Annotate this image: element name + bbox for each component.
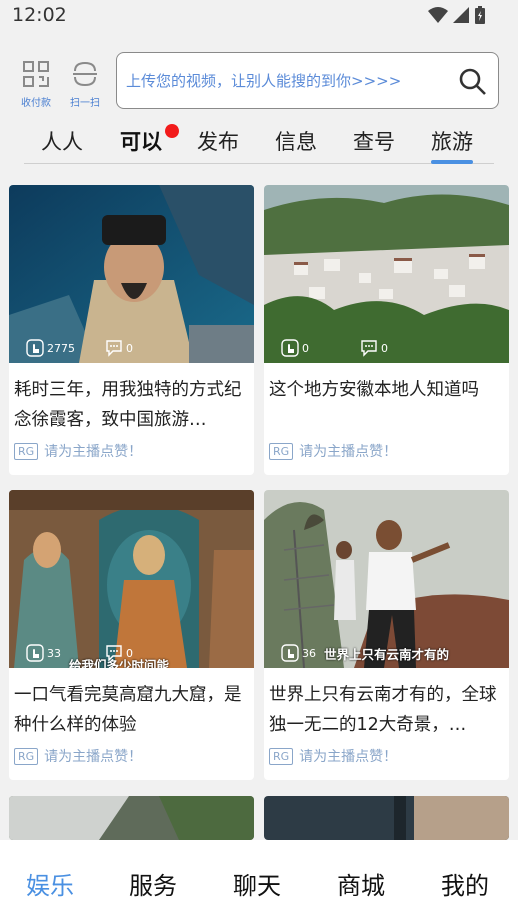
video-thumbnail[interactable]: 2775 0 xyxy=(9,185,254,363)
qr-grid-icon xyxy=(23,61,49,87)
rg-badge: RG xyxy=(269,747,294,765)
search-placeholder: 上传您的视频，让别人能搜的到你>>>> xyxy=(126,72,402,90)
like-stat: 0 xyxy=(281,339,309,357)
feed-card[interactable]: 2775 0 耗时三年，用我独特的方式纪念徐霞客，致中国旅游… RG 请为主播点… xyxy=(9,185,254,475)
tab-chahao[interactable]: 查号 xyxy=(353,126,395,156)
video-thumbnail[interactable]: 0 0 xyxy=(264,185,509,363)
comment-stat: 0 xyxy=(105,644,133,662)
comment-count: 0 xyxy=(126,341,133,355)
feed-card[interactable]: 世界上只有云南才有的 36 世界上只有云南才有的，全球独一无二的12大奇景，… … xyxy=(264,490,509,780)
scan-button[interactable]: 扫一扫 xyxy=(65,60,105,109)
status-icons xyxy=(428,5,486,25)
hand-tap-icon xyxy=(26,644,44,662)
comment-count: 0 xyxy=(126,646,133,660)
tab-keyi[interactable]: 可以 xyxy=(120,126,162,156)
card-footer: RG 请为主播点赞！ xyxy=(14,746,142,766)
feed-card-partial[interactable] xyxy=(264,796,509,840)
nav-mall[interactable]: 商城 xyxy=(337,866,385,901)
nav-chat[interactable]: 聊天 xyxy=(233,866,281,901)
video-thumbnail[interactable]: 世界上只有云南才有的 36 xyxy=(264,490,509,668)
comment-icon xyxy=(106,645,122,662)
card-footer: RG 请为主播点赞！ xyxy=(269,746,397,766)
like-prompt[interactable]: 请为主播点赞！ xyxy=(299,746,397,766)
comment-stat: 0 xyxy=(105,339,133,357)
bottom-nav: 娱乐 服务 聊天 商城 我的 xyxy=(0,840,518,922)
battery-icon xyxy=(475,6,485,24)
video-title[interactable]: 一口气看完莫高窟九大窟，是种什么样的体验 xyxy=(14,680,248,740)
like-stat: 2775 xyxy=(26,339,75,357)
category-tabs: 人人 可以 发布 信息 查号 旅游 xyxy=(24,122,494,164)
card-footer: RG 请为主播点赞！ xyxy=(14,441,142,461)
tab-lvyou[interactable]: 旅游 xyxy=(431,126,473,164)
comment-stat: 0 xyxy=(360,339,388,357)
like-count: 2775 xyxy=(47,341,75,355)
active-tab-indicator xyxy=(431,160,473,164)
rg-badge: RG xyxy=(14,747,39,765)
rg-badge: RG xyxy=(14,442,39,460)
like-prompt[interactable]: 请为主播点赞！ xyxy=(44,441,142,461)
like-prompt[interactable]: 请为主播点赞！ xyxy=(44,746,142,766)
rg-badge: RG xyxy=(269,442,294,460)
video-title[interactable]: 世界上只有云南才有的，全球独一无二的12大奇景，… xyxy=(269,680,503,740)
subtitle-overlay: 世界上只有云南才有的 xyxy=(324,647,450,662)
nav-me[interactable]: 我的 xyxy=(441,866,489,901)
comment-icon xyxy=(361,340,377,357)
video-thumbnail[interactable]: 给我们多少时间能 33 0 xyxy=(9,490,254,668)
tab-xinxi[interactable]: 信息 xyxy=(275,126,317,156)
top-bar: 收付款 扫一扫 上传您的视频，让别人能搜的到你>>>> xyxy=(0,48,518,112)
hand-tap-icon xyxy=(281,339,299,357)
card-footer: RG 请为主播点赞！ xyxy=(269,441,397,461)
tab-renren[interactable]: 人人 xyxy=(41,126,83,156)
tab-lvyou-label: 旅游 xyxy=(431,130,473,154)
like-prompt[interactable]: 请为主播点赞！ xyxy=(299,441,397,461)
video-title[interactable]: 这个地方安徽本地人知道吗 xyxy=(269,375,503,405)
signal-icon xyxy=(453,7,469,23)
like-count: 33 xyxy=(47,646,61,660)
like-stat: 36 xyxy=(281,644,316,662)
search-icon[interactable] xyxy=(458,67,488,97)
wifi-icon xyxy=(428,7,448,23)
hand-tap-icon xyxy=(281,644,299,662)
scan-icon xyxy=(73,61,97,87)
tab-fabu[interactable]: 发布 xyxy=(197,126,239,156)
like-count: 0 xyxy=(302,341,309,355)
video-title[interactable]: 耗时三年，用我独特的方式纪念徐霞客，致中国旅游… xyxy=(14,375,248,435)
feed-card[interactable]: 给我们多少时间能 33 0 一口气看完莫高窟九大窟，是种什么样的体验 RG 请为… xyxy=(9,490,254,780)
like-count: 36 xyxy=(302,646,316,660)
like-stat: 33 xyxy=(26,644,61,662)
video-thumbnail[interactable] xyxy=(9,796,254,840)
search-box[interactable]: 上传您的视频，让别人能搜的到你>>>> xyxy=(116,52,499,109)
payment-label: 收付款 xyxy=(21,98,51,109)
comment-icon xyxy=(106,340,122,357)
feed-card-partial[interactable] xyxy=(9,796,254,840)
payment-button[interactable]: 收付款 xyxy=(16,60,56,109)
notification-dot xyxy=(165,124,179,138)
clock: 12:02 xyxy=(12,4,67,26)
video-thumbnail[interactable] xyxy=(264,796,509,840)
status-bar: 12:02 xyxy=(0,0,518,32)
scan-label: 扫一扫 xyxy=(70,98,100,109)
hand-tap-icon xyxy=(26,339,44,357)
feed-card[interactable]: 0 0 这个地方安徽本地人知道吗 RG 请为主播点赞！ xyxy=(264,185,509,475)
nav-services[interactable]: 服务 xyxy=(129,866,177,901)
nav-entertainment[interactable]: 娱乐 xyxy=(26,866,74,901)
comment-count: 0 xyxy=(381,341,388,355)
